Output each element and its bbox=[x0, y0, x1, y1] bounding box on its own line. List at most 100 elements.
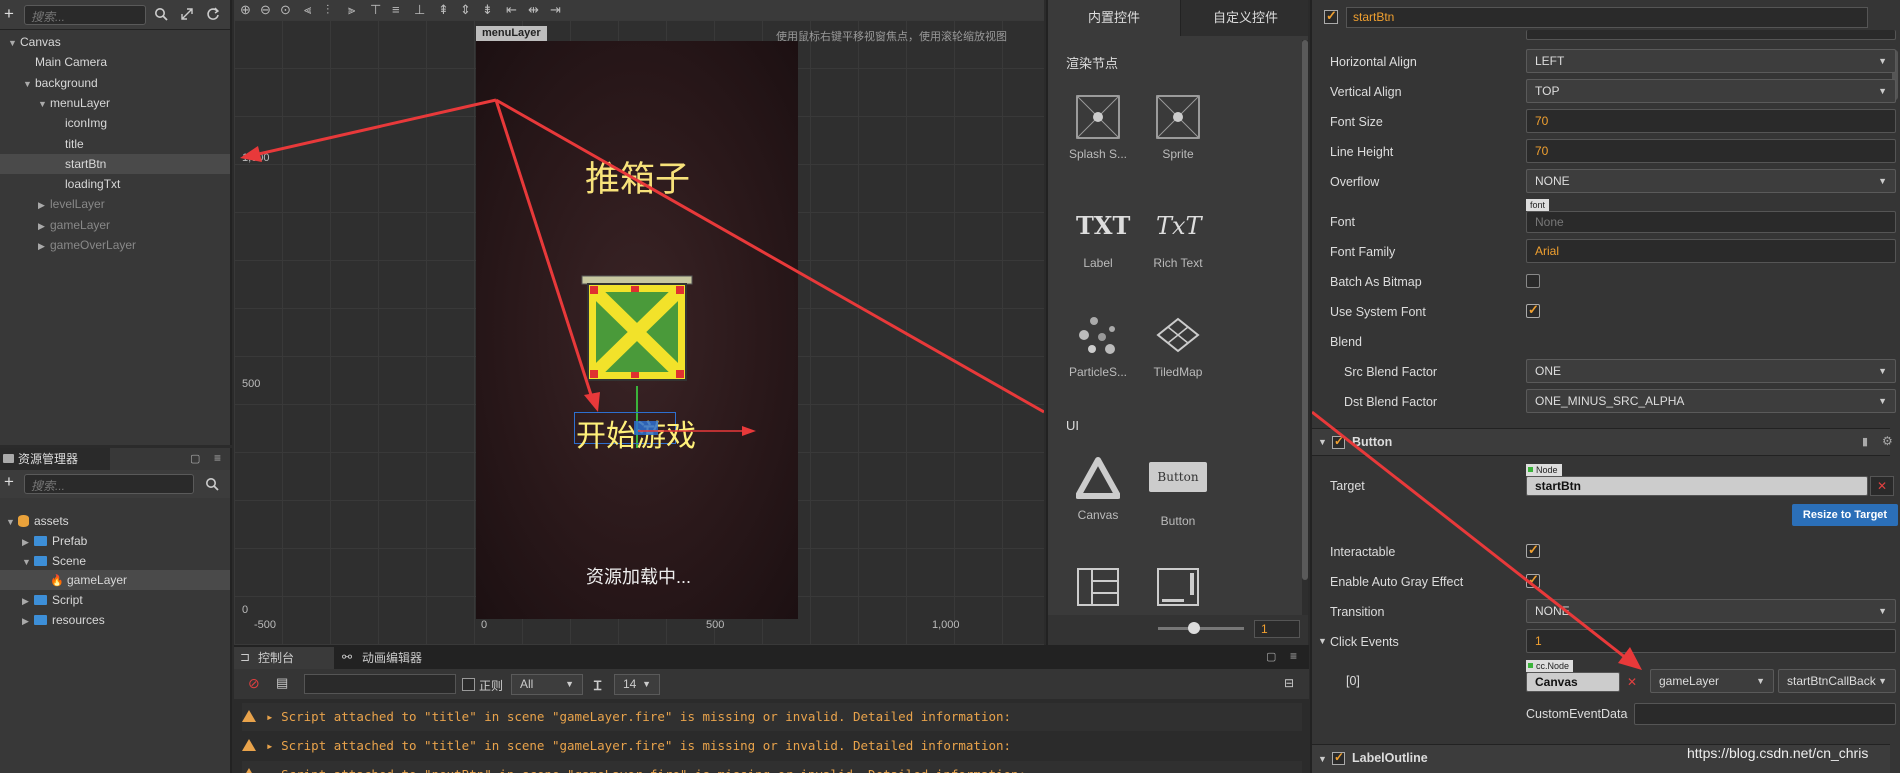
asset-resources[interactable]: ▶ resources bbox=[0, 610, 230, 630]
distribute-top-icon[interactable]: ⇞ bbox=[438, 2, 449, 18]
maximize-icon[interactable]: ▢ bbox=[190, 452, 200, 465]
widget-rich-text[interactable]: TxT Rich Text bbox=[1138, 204, 1218, 270]
distribute-middle-icon[interactable]: ⇕ bbox=[460, 2, 471, 18]
node-name-input[interactable]: startBtn bbox=[1346, 7, 1868, 28]
expanded-arrow-icon[interactable]: ▼ bbox=[22, 552, 34, 572]
asset-scene[interactable]: ▼ Scene bbox=[0, 551, 230, 571]
log-file-icon[interactable]: ▤ bbox=[276, 675, 288, 691]
click-events-arrow-icon[interactable]: ▼ bbox=[1318, 636, 1327, 646]
menu-icon[interactable]: ≡ bbox=[214, 451, 221, 465]
widget-particle[interactable]: ParticleS... bbox=[1058, 313, 1138, 379]
transition-select[interactable]: NONE bbox=[1526, 599, 1896, 623]
tree-node-startbtn[interactable]: startBtn bbox=[0, 153, 230, 174]
search-icon[interactable] bbox=[154, 7, 168, 21]
expanded-arrow-icon[interactable]: ▼ bbox=[6, 512, 18, 532]
tree-node-iconimg[interactable]: iconImg bbox=[0, 113, 230, 133]
regex-checkbox[interactable] bbox=[462, 678, 475, 691]
batch-bitmap-checkbox[interactable] bbox=[1526, 274, 1540, 288]
add-node-icon[interactable]: + bbox=[4, 4, 14, 24]
zoom-reset-icon[interactable]: ⊙ bbox=[280, 2, 291, 18]
widget-canvas[interactable]: Canvas bbox=[1058, 456, 1138, 522]
src-blend-select[interactable]: ONE bbox=[1526, 359, 1896, 383]
custom-event-data-input[interactable] bbox=[1634, 703, 1896, 725]
collapsed-arrow-icon[interactable]: ▶ bbox=[38, 236, 50, 256]
tab-builtin-widgets[interactable]: 内置控件 bbox=[1048, 0, 1180, 36]
tree-node-background[interactable]: ▼ background bbox=[0, 73, 230, 93]
add-asset-icon[interactable]: + bbox=[4, 472, 14, 492]
align-right-icon[interactable]: ⫸ bbox=[348, 2, 355, 18]
distribute-center-icon[interactable]: ⇹ bbox=[528, 2, 539, 18]
assets-search-input[interactable]: 搜索... bbox=[24, 474, 194, 494]
zoom-out-icon[interactable]: ⊖ bbox=[260, 2, 271, 18]
refresh-icon[interactable] bbox=[206, 7, 220, 21]
tree-node-gamelayer[interactable]: ▶ gameLayer bbox=[0, 215, 230, 235]
clear-event-target-icon[interactable]: ✕ bbox=[1622, 672, 1642, 692]
expand-log-icon[interactable]: ▸ bbox=[266, 767, 281, 773]
event-target-field[interactable]: Canvas bbox=[1526, 672, 1620, 692]
expanded-arrow-icon[interactable]: ▼ bbox=[23, 74, 35, 94]
event-component-select[interactable]: gameLayer bbox=[1650, 669, 1774, 693]
expanded-arrow-icon[interactable]: ▼ bbox=[38, 94, 50, 114]
collapsed-arrow-icon[interactable]: ▶ bbox=[38, 216, 50, 236]
font-size-select[interactable]: 14 bbox=[614, 674, 660, 695]
widget-scrollview[interactable] bbox=[1138, 565, 1218, 617]
tree-node-menulayer[interactable]: ▼ menuLayer bbox=[0, 93, 230, 113]
widget-label-item[interactable]: TXT Label bbox=[1058, 204, 1138, 270]
crate-image[interactable] bbox=[580, 274, 694, 386]
search-icon[interactable] bbox=[205, 477, 219, 491]
tab-animation-editor[interactable]: 动画编辑器 bbox=[336, 647, 446, 669]
game-canvas[interactable]: 推箱子 开始游戏 资源加载中... bbox=[476, 41, 798, 619]
distribute-left-icon[interactable]: ⇤ bbox=[506, 2, 517, 18]
widget-sprite[interactable]: Sprite bbox=[1138, 95, 1218, 161]
zoom-slider[interactable] bbox=[1158, 627, 1244, 630]
console-log-row[interactable]: ▸ Script attached to "title" in scene "g… bbox=[242, 732, 1302, 760]
game-title[interactable]: 推箱子 bbox=[585, 151, 690, 202]
tree-node-canvas[interactable]: ▼ Canvas bbox=[0, 32, 230, 52]
tree-node-title[interactable]: title bbox=[0, 134, 230, 154]
label-outline-checkbox[interactable]: ✓ bbox=[1332, 750, 1345, 765]
console-filter-input[interactable] bbox=[304, 674, 456, 694]
menu-icon[interactable]: ≡ bbox=[1290, 649, 1297, 663]
tab-custom-widgets[interactable]: 自定义控件 bbox=[1180, 0, 1308, 36]
gear-icon[interactable]: ⚙ bbox=[1882, 434, 1893, 448]
dst-blend-select[interactable]: ONE_MINUS_SRC_ALPHA bbox=[1526, 389, 1896, 413]
zoom-value-field[interactable]: 1 bbox=[1254, 620, 1300, 638]
font-asset-field[interactable]: None bbox=[1526, 211, 1896, 233]
asset-gamelayer[interactable]: 🔥 gameLayer bbox=[0, 570, 230, 591]
widget-layout[interactable] bbox=[1058, 565, 1138, 617]
button-component-header[interactable] bbox=[1312, 428, 1890, 456]
interactable-checkbox[interactable] bbox=[1526, 542, 1540, 558]
line-height-input[interactable]: 70 bbox=[1526, 139, 1896, 163]
resize-to-target-button[interactable]: Resize to Target bbox=[1792, 504, 1898, 526]
log-level-select[interactable]: All bbox=[511, 674, 583, 695]
button-enabled-checkbox[interactable]: ✓ bbox=[1332, 434, 1345, 449]
widget-splash[interactable]: Splash S... bbox=[1058, 95, 1138, 161]
align-middle-icon[interactable]: ≡ bbox=[392, 2, 400, 17]
scene-panel[interactable]: ⊕ ⊖ ⊙ ⫷ ⫶ ⫸ ⊤ ≡ ⊥ ⇞ ⇕ ⇟ ⇤ ⇹ ⇥ 使用鼠标右键平移视窗… bbox=[234, 0, 1044, 645]
system-font-checkbox[interactable] bbox=[1526, 302, 1540, 318]
hierarchy-search-input[interactable]: 搜索... bbox=[24, 5, 146, 25]
widget-tiledmap[interactable]: TiledMap bbox=[1138, 313, 1218, 379]
collapse-icon[interactable]: ⊟ bbox=[1284, 676, 1294, 690]
zoom-slider-thumb[interactable] bbox=[1188, 622, 1200, 634]
expand-log-icon[interactable]: ▸ bbox=[266, 709, 281, 724]
font-family-input[interactable]: Arial bbox=[1526, 239, 1896, 263]
clear-target-icon[interactable]: ✕ bbox=[1870, 476, 1894, 496]
widget-button[interactable]: Button Button bbox=[1138, 456, 1218, 528]
collapsed-arrow-icon[interactable]: ▶ bbox=[22, 532, 34, 552]
overflow-select[interactable]: NONE bbox=[1526, 169, 1896, 193]
node-active-checkbox[interactable]: ✓ bbox=[1324, 8, 1338, 24]
distribute-bottom-icon[interactable]: ⇟ bbox=[482, 2, 493, 18]
collapse-arrow-icon[interactable]: ▼ bbox=[1318, 754, 1327, 764]
font-size-input[interactable]: 70 bbox=[1526, 109, 1896, 133]
expand-log-icon[interactable]: ▸ bbox=[266, 738, 281, 753]
console-log-row[interactable]: ▸ Script attached to "nextBtn" in scene … bbox=[242, 761, 1302, 773]
h-align-select[interactable]: LEFT bbox=[1526, 49, 1896, 73]
assets-tab[interactable]: 资源管理器 bbox=[0, 448, 110, 470]
clear-icon[interactable]: ⊘ bbox=[248, 675, 260, 692]
expanded-arrow-icon[interactable]: ▼ bbox=[8, 33, 20, 53]
tree-node-gameoverlayer[interactable]: ▶ gameOverLayer bbox=[0, 235, 230, 255]
console-log-row[interactable]: ▸ Script attached to "title" in scene "g… bbox=[242, 703, 1302, 731]
tree-node-main-camera[interactable]: Main Camera bbox=[0, 52, 230, 72]
target-node-field[interactable]: startBtn bbox=[1526, 476, 1868, 496]
